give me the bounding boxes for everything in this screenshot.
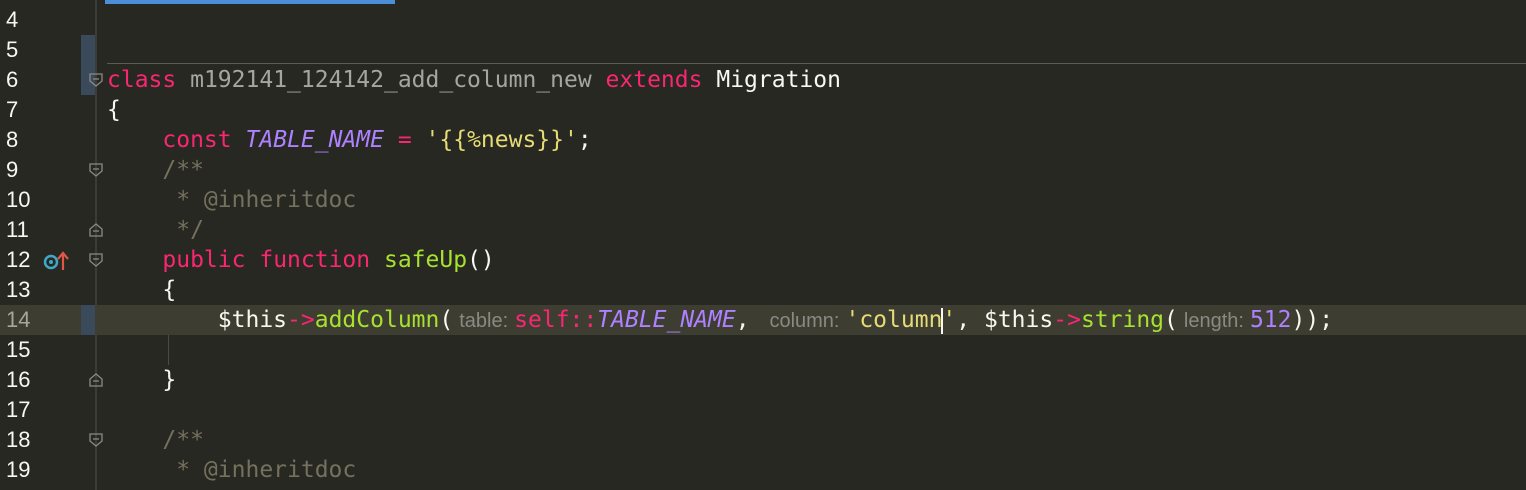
code-line-14-current[interactable]: 14 $this->addColumn(table: self::TABLE_NA… (0, 305, 1526, 335)
line-number[interactable]: 11 (6, 215, 46, 245)
change-marker[interactable] (81, 35, 95, 65)
code-line-13[interactable]: 13 { (0, 275, 1526, 305)
code-line-18[interactable]: 18 /** (0, 425, 1526, 455)
line-number[interactable]: 7 (6, 95, 46, 125)
override-method-icon[interactable] (43, 250, 73, 272)
code-text[interactable]: const TABLE_NAME = '{{%news}}'; (107, 125, 591, 155)
parameter-hint-length: length: (1183, 310, 1244, 332)
fold-open-icon[interactable] (89, 253, 103, 267)
code-text[interactable]: $this->addColumn(table: self::TABLE_NAME,… (107, 305, 1333, 336)
code-text[interactable]: * @inheritdoc (107, 185, 356, 215)
code-line-7[interactable]: 7 { (0, 95, 1526, 125)
code-line-10[interactable]: 10 * @inheritdoc (0, 185, 1526, 215)
line-number[interactable]: 12 (6, 245, 46, 275)
code-line-11[interactable]: 11 */ (0, 215, 1526, 245)
line-number[interactable]: 10 (6, 185, 46, 215)
code-line-19[interactable]: 19 * @inheritdoc (0, 455, 1526, 485)
fold-open-icon[interactable] (89, 73, 103, 87)
line-number[interactable]: 6 (6, 65, 46, 95)
line-number[interactable]: 14 (6, 305, 46, 335)
code-line-12[interactable]: 12 public function safeUp() (0, 245, 1526, 275)
parameter-hint-table: table: (459, 310, 509, 332)
parameter-hint-column: column: (769, 310, 840, 332)
fold-close-icon[interactable] (89, 223, 103, 237)
code-text[interactable]: } (107, 365, 176, 395)
line-number[interactable]: 19 (6, 455, 46, 485)
line-number[interactable]: 18 (6, 425, 46, 455)
code-text[interactable]: class m192141_124142_add_column_new exte… (107, 65, 841, 95)
code-line-8[interactable]: 8 const TABLE_NAME = '{{%news}}'; (0, 125, 1526, 155)
line-number[interactable]: 4 (6, 5, 46, 35)
code-text[interactable]: /** (107, 425, 204, 455)
line-number[interactable]: 17 (6, 395, 46, 425)
line-number[interactable]: 8 (6, 125, 46, 155)
code-text[interactable]: */ (107, 215, 204, 245)
code-line-9[interactable]: 9 /** (0, 155, 1526, 185)
fold-close-icon[interactable] (89, 373, 103, 387)
code-line-15[interactable]: 15 (0, 335, 1526, 365)
line-number[interactable]: 16 (6, 365, 46, 395)
code-text[interactable]: { (107, 95, 121, 125)
code-text[interactable]: public function safeUp() (107, 245, 494, 275)
code-text[interactable]: { (107, 275, 176, 305)
change-marker[interactable] (81, 305, 95, 335)
code-text[interactable]: /** (107, 155, 204, 185)
line-number[interactable]: 13 (6, 275, 46, 305)
line-number[interactable]: 5 (6, 35, 46, 65)
line-number[interactable]: 9 (6, 155, 46, 185)
code-line-17[interactable]: 17 (0, 395, 1526, 425)
fold-open-icon[interactable] (89, 433, 103, 447)
code-line-16[interactable]: 16 } (0, 365, 1526, 395)
code-line-6[interactable]: 6 class m192141_124142_add_column_new ex… (0, 65, 1526, 95)
code-text[interactable]: * @inheritdoc (107, 455, 356, 485)
code-line-5[interactable]: 5 (0, 35, 1526, 65)
line-number[interactable]: 15 (6, 335, 46, 365)
code-editor[interactable]: 4 5 6 class m192141_124142_add_column_ne… (0, 0, 1526, 490)
fold-open-icon[interactable] (89, 163, 103, 177)
code-line-4[interactable]: 4 (0, 5, 1526, 35)
